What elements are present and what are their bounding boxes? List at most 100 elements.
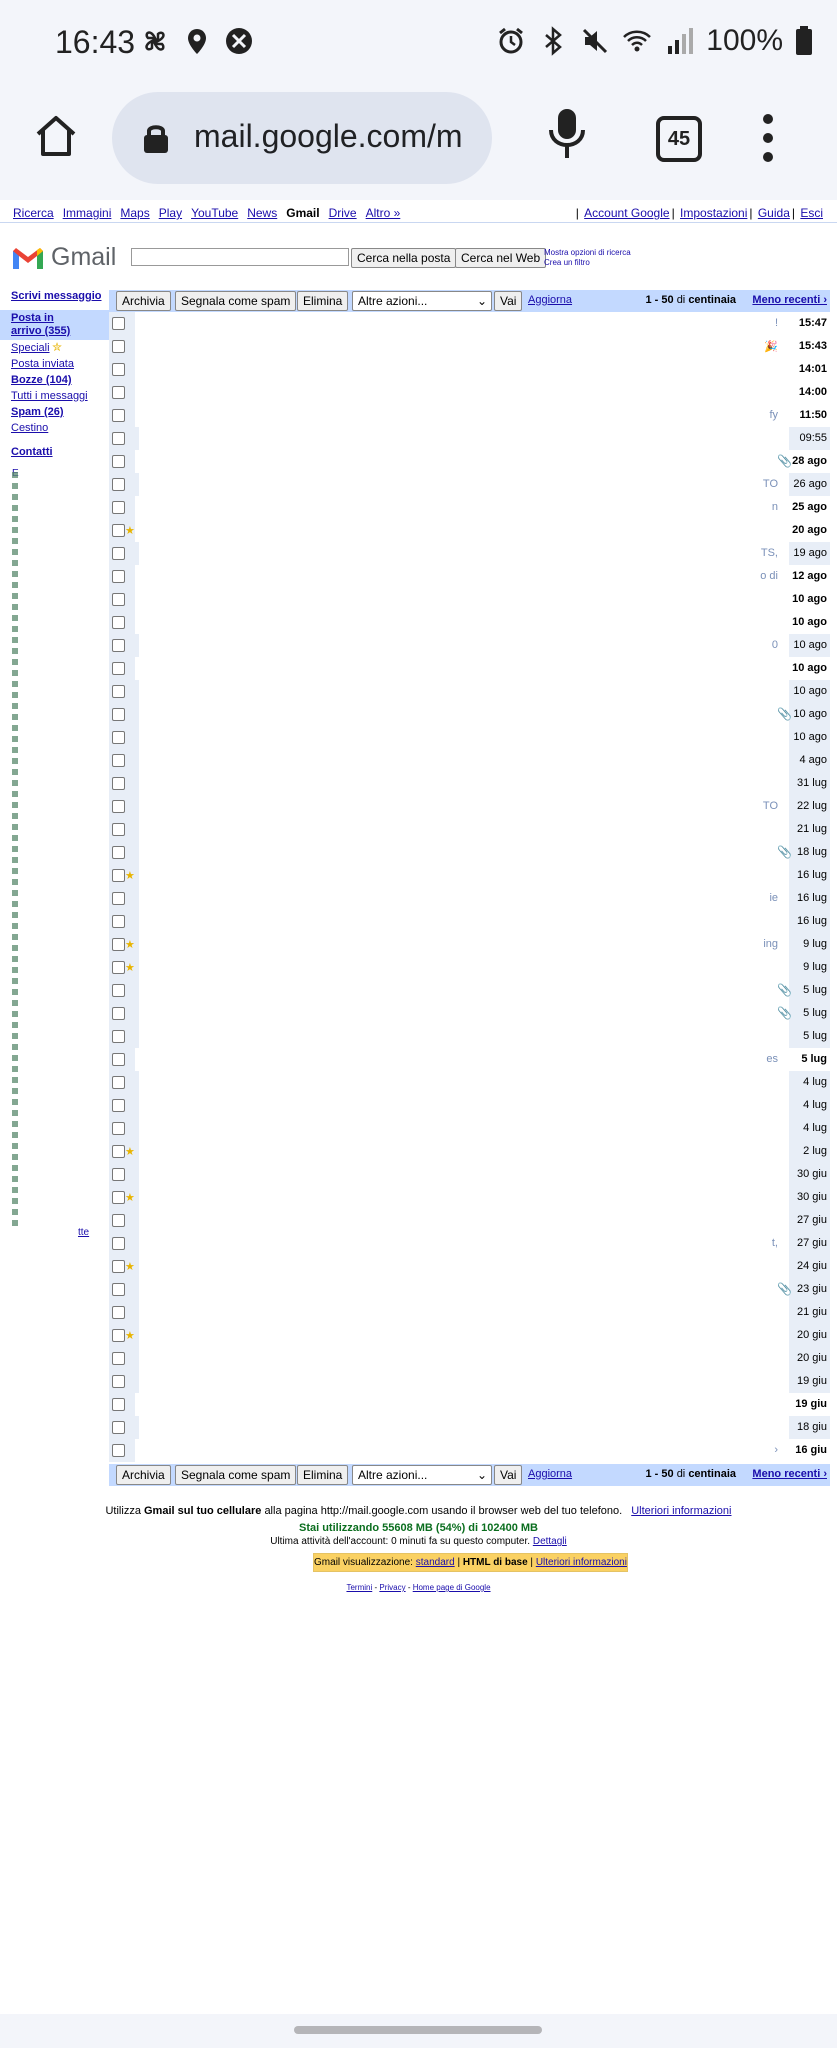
google-link-immagini[interactable]: Immagini — [63, 206, 112, 220]
message-content-area[interactable] — [139, 427, 789, 450]
message-content-area[interactable] — [139, 1324, 789, 1347]
row-checkbox[interactable] — [112, 1237, 125, 1250]
message-content-area[interactable] — [139, 381, 789, 404]
row-checkbox[interactable] — [112, 984, 125, 997]
message-row[interactable]: 20 giu — [109, 1347, 830, 1370]
delete-button[interactable]: Elimina — [297, 291, 349, 311]
google-link-drive[interactable]: Drive — [329, 206, 357, 220]
message-row[interactable]: 📎 18 lug — [109, 841, 830, 864]
go-button-bottom[interactable]: Vai — [494, 1465, 523, 1485]
inbox-link[interactable]: Posta in arrivo (355) — [11, 312, 81, 338]
row-checkbox[interactable] — [112, 892, 125, 905]
row-checkbox[interactable] — [112, 639, 125, 652]
row-checkbox[interactable] — [112, 1053, 125, 1066]
message-row[interactable]: 📎 28 ago — [109, 450, 830, 473]
row-checkbox[interactable] — [112, 570, 125, 583]
sign-out-link[interactable]: Esci — [800, 206, 823, 220]
message-row[interactable]: TS, 19 ago — [109, 542, 830, 565]
row-checkbox[interactable] — [112, 363, 125, 376]
message-content-area[interactable] — [139, 1002, 789, 1025]
star-icon[interactable]: ★ — [125, 1191, 135, 1204]
row-checkbox[interactable] — [112, 1214, 125, 1227]
message-content-area[interactable] — [139, 1439, 789, 1462]
message-content-area[interactable] — [139, 772, 789, 795]
message-content-area[interactable] — [139, 1048, 789, 1071]
row-checkbox[interactable] — [112, 455, 125, 468]
account-google-link[interactable]: Account Google — [584, 206, 669, 220]
row-checkbox[interactable] — [112, 1375, 125, 1388]
message-content-area[interactable] — [139, 979, 789, 1002]
row-checkbox[interactable] — [112, 616, 125, 629]
star-icon[interactable]: ★ — [125, 961, 135, 974]
more-actions-select[interactable]: Altre azioni... ⌄ — [352, 291, 492, 311]
star-icon[interactable]: ★ — [125, 524, 135, 537]
terms-link[interactable]: Termini — [346, 1583, 372, 1592]
message-row[interactable]: 31 lug — [109, 772, 830, 795]
row-checkbox[interactable] — [112, 478, 125, 491]
message-content-area[interactable] — [139, 1094, 789, 1117]
sent-link[interactable]: Posta inviata — [11, 358, 74, 370]
message-content-area[interactable] — [139, 519, 789, 542]
message-content-area[interactable] — [139, 565, 789, 588]
message-content-area[interactable] — [139, 818, 789, 841]
message-content-area[interactable] — [139, 841, 789, 864]
message-row[interactable]: 18 giu — [109, 1416, 830, 1439]
message-content-area[interactable] — [139, 657, 789, 680]
star-icon[interactable]: ★ — [125, 1145, 135, 1158]
message-row[interactable]: 10 ago — [109, 611, 830, 634]
google-link-more[interactable]: Altro » — [366, 206, 401, 220]
row-checkbox[interactable] — [112, 754, 125, 767]
message-row[interactable]: 09:55 — [109, 427, 830, 450]
gmail-logo[interactable]: Gmail — [11, 243, 116, 272]
row-checkbox[interactable] — [112, 1168, 125, 1181]
message-row[interactable]: ! 15:47 — [109, 312, 830, 335]
message-row[interactable]: 14:00 — [109, 381, 830, 404]
row-checkbox[interactable] — [112, 1306, 125, 1319]
message-row[interactable]: 🎉 15:43 — [109, 335, 830, 358]
home-icon[interactable] — [32, 112, 80, 160]
google-link-play[interactable]: Play — [159, 206, 182, 220]
message-content-area[interactable] — [139, 611, 789, 634]
message-row[interactable]: o di 12 ago — [109, 565, 830, 588]
star-icon[interactable]: ★ — [125, 869, 135, 882]
message-content-area[interactable] — [139, 312, 789, 335]
compose-link[interactable]: Scrivi messaggio — [11, 290, 102, 302]
create-filter-link[interactable]: Crea un filtro — [544, 258, 631, 268]
row-checkbox[interactable] — [112, 961, 125, 974]
row-checkbox[interactable] — [112, 1283, 125, 1296]
row-checkbox[interactable] — [112, 731, 125, 744]
row-checkbox[interactable] — [112, 1007, 125, 1020]
message-row[interactable]: TO 22 lug — [109, 795, 830, 818]
message-row[interactable]: 10 ago — [109, 588, 830, 611]
message-row[interactable]: 10 ago — [109, 680, 830, 703]
message-content-area[interactable] — [139, 956, 789, 979]
message-row[interactable]: n 25 ago — [109, 496, 830, 519]
message-row[interactable]: fy 11:50 — [109, 404, 830, 427]
message-content-area[interactable] — [139, 358, 789, 381]
microphone-icon[interactable] — [545, 106, 589, 162]
message-row[interactable]: 📎 23 giu — [109, 1278, 830, 1301]
message-content-area[interactable] — [139, 1370, 789, 1393]
drafts-link[interactable]: Bozze (104) — [11, 374, 72, 386]
google-home-link[interactable]: Home page di Google — [413, 1583, 491, 1592]
message-content-area[interactable] — [139, 1232, 789, 1255]
message-content-area[interactable] — [139, 749, 789, 772]
message-content-area[interactable] — [139, 335, 789, 358]
message-content-area[interactable] — [139, 1278, 789, 1301]
message-row[interactable]: ★ 20 ago — [109, 519, 830, 542]
message-content-area[interactable] — [139, 404, 789, 427]
row-checkbox[interactable] — [112, 708, 125, 721]
search-input[interactable] — [131, 248, 349, 266]
row-checkbox[interactable] — [112, 1099, 125, 1112]
message-row[interactable]: 30 giu — [109, 1163, 830, 1186]
search-options-link[interactable]: Mostra opzioni di ricerca — [544, 248, 631, 258]
row-checkbox[interactable] — [112, 1352, 125, 1365]
all-mail-link[interactable]: Tutti i messaggi — [11, 390, 88, 402]
message-content-area[interactable] — [139, 864, 789, 887]
message-content-area[interactable] — [139, 680, 789, 703]
row-checkbox[interactable] — [112, 386, 125, 399]
row-checkbox[interactable] — [112, 1398, 125, 1411]
message-row[interactable]: 21 giu — [109, 1301, 830, 1324]
overflow-menu-icon[interactable] — [763, 114, 775, 171]
message-row[interactable]: 📎 5 lug — [109, 979, 830, 1002]
